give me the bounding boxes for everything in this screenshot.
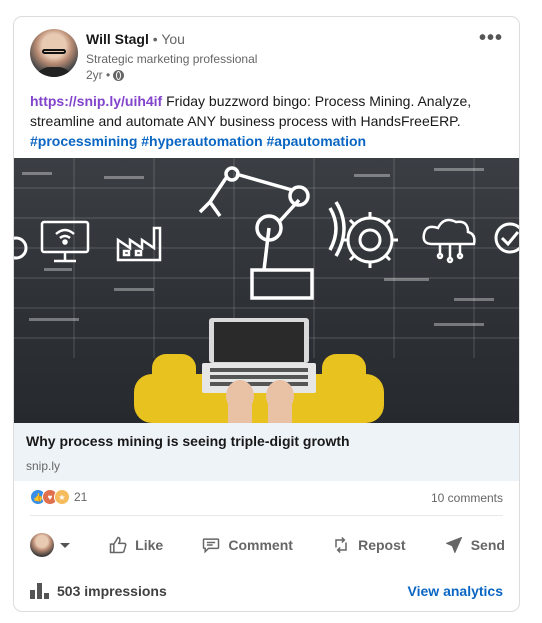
author-avatar[interactable]	[30, 29, 78, 77]
comment-button[interactable]: Comment	[201, 525, 293, 565]
comment-label: Comment	[228, 537, 293, 553]
like-label: Like	[135, 537, 164, 553]
post-time: 2yr •	[86, 68, 111, 82]
cloud-network-icon	[422, 218, 476, 264]
send-label: Send	[470, 537, 505, 553]
author-headline: Strategic marketing professional	[86, 52, 258, 66]
author-name[interactable]: Will Stagl	[86, 31, 149, 47]
more-options-button[interactable]: •••	[479, 27, 503, 50]
thumbs-up-icon	[109, 536, 127, 554]
preview-title[interactable]: Why process mining is seeing triple-digi…	[26, 433, 350, 449]
hashtag-apautomation[interactable]: #apautomation	[267, 133, 367, 149]
post-image[interactable]	[14, 158, 519, 423]
post-text: https://snip.ly/uih4if Friday buzzword b…	[30, 91, 508, 151]
send-icon	[445, 537, 462, 553]
repost-icon	[335, 536, 347, 554]
reactions-summary[interactable]: 👍 ♥ ★ 21	[30, 489, 87, 505]
analytics-bar: 503 impressions View analytics	[30, 577, 503, 605]
like-button[interactable]: Like	[108, 525, 163, 565]
wifi-monitor-icon	[40, 220, 90, 263]
action-bar: Like Comment Repost Send	[30, 525, 505, 565]
author-relation: • You	[148, 31, 185, 47]
link-preview[interactable]: Why process mining is seeing triple-digi…	[14, 423, 519, 481]
send-button[interactable]: Send	[444, 525, 505, 565]
post-meta: 2yr •	[86, 68, 125, 82]
actor-avatar	[30, 533, 54, 557]
repost-button[interactable]: Repost	[331, 525, 406, 565]
repost-label: Repost	[358, 537, 406, 553]
preview-domain: snip.ly	[26, 459, 61, 473]
impressions-count: 503 impressions	[57, 583, 167, 599]
insightful-reaction-icon: ★	[54, 489, 70, 505]
caret-down-icon	[60, 542, 70, 548]
divider	[30, 515, 503, 516]
author-line: Will Stagl • You	[86, 31, 185, 47]
post-card: Will Stagl • You Strategic marketing pro…	[13, 16, 520, 612]
view-analytics-link[interactable]: View analytics	[408, 583, 503, 599]
impressions[interactable]: 503 impressions	[30, 583, 167, 599]
reaction-count[interactable]: 21	[74, 490, 87, 504]
process-mining-illustration	[14, 158, 519, 423]
hashtag-processmining[interactable]: #processmining	[30, 133, 137, 149]
hashtag-hyperautomation[interactable]: #hyperautomation	[141, 133, 262, 149]
post-link[interactable]: https://snip.ly/uih4if	[30, 93, 162, 109]
globe-icon	[113, 69, 125, 81]
comment-icon	[203, 538, 220, 554]
actor-selector[interactable]	[30, 533, 70, 557]
bar-chart-icon	[30, 583, 49, 599]
comments-count[interactable]: 10 comments	[431, 491, 503, 505]
laptop-icon	[202, 318, 316, 393]
gear-icon	[342, 212, 398, 268]
